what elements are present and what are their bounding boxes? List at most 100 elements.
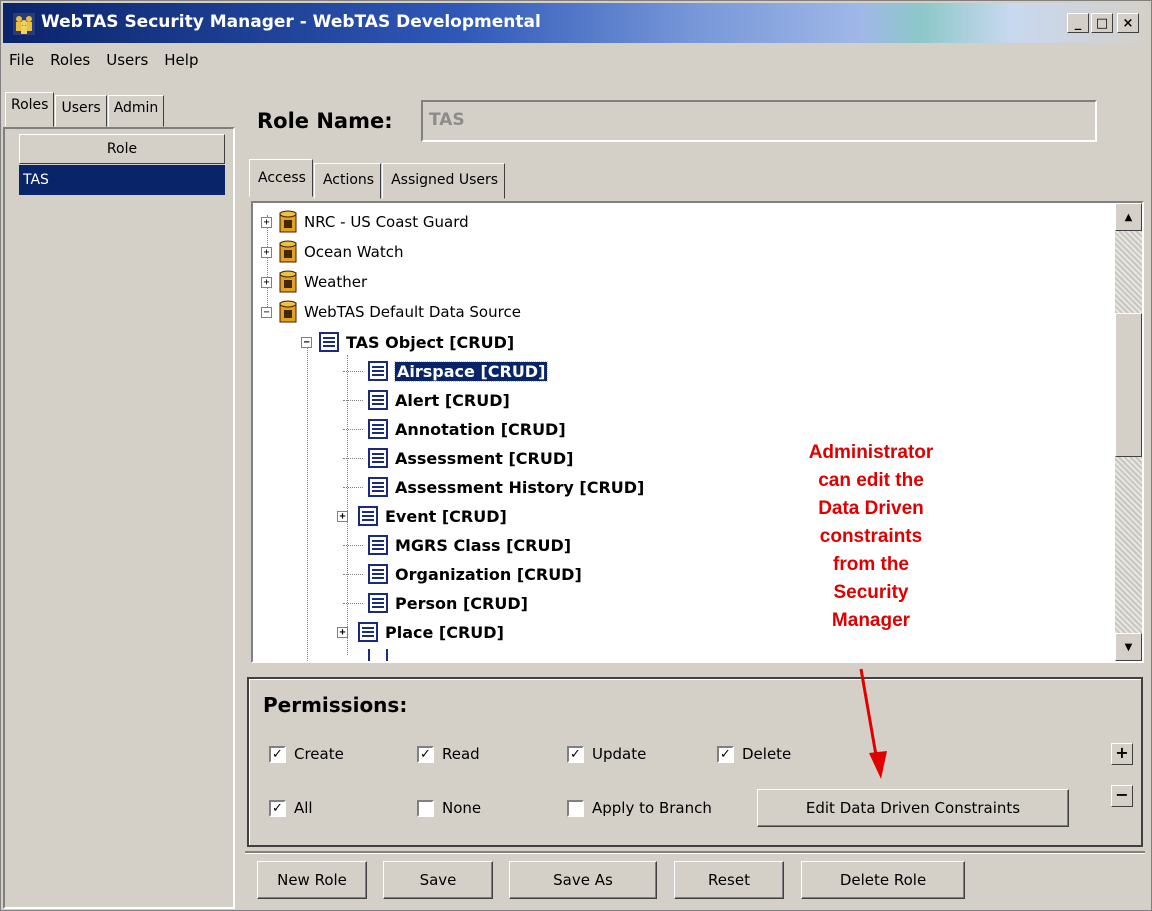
tree-node-ocean-watch[interactable]: + Ocean Watch [261, 239, 403, 265]
expand-icon[interactable]: + [337, 510, 348, 522]
collapse-icon[interactable]: − [261, 306, 272, 318]
arrow-up-icon: ▲ [1124, 211, 1133, 223]
expand-icon[interactable]: + [261, 276, 272, 288]
tab-admin[interactable]: Admin [107, 95, 165, 127]
object-icon [368, 564, 388, 584]
object-icon [368, 593, 388, 613]
object-icon [368, 448, 388, 468]
annotation-line: Data Driven [818, 498, 924, 519]
database-icon [279, 300, 297, 323]
tree-node-weather[interactable]: + Weather [261, 269, 367, 295]
menu-file[interactable]: File [9, 51, 34, 69]
tree-node-airspace[interactable]: Airspace [CRUD] [343, 358, 549, 384]
collapse-icon[interactable]: − [301, 336, 312, 348]
role-name-input[interactable]: TAS [421, 100, 1097, 142]
checkmark-icon: ✓ [269, 799, 286, 817]
empty-checkbox-icon [417, 799, 434, 817]
menu-roles[interactable]: Roles [50, 51, 90, 69]
menu-help[interactable]: Help [164, 51, 198, 69]
menu-users[interactable]: Users [106, 51, 148, 69]
role-column-header[interactable]: Role [19, 134, 225, 164]
window-title: WebTAS Security Manager - WebTAS Develop… [41, 12, 541, 32]
database-icon [279, 270, 297, 293]
save-as-button[interactable]: Save As [509, 861, 657, 899]
tab-roles[interactable]: Roles [5, 92, 55, 127]
tree-node-nrc[interactable]: + NRC - US Coast Guard [261, 209, 469, 235]
object-icon [358, 622, 378, 642]
tree-connector [343, 428, 363, 430]
role-row-tas[interactable]: TAS [19, 165, 225, 195]
tree-node-alert[interactable]: Alert [CRUD] [343, 387, 510, 413]
tree-scrollbar[interactable]: ▲ ▼ [1115, 203, 1142, 661]
tree-node-place[interactable]: + Place [CRUD] [337, 619, 504, 645]
tree-node-label: MGRS Class [CRUD] [395, 535, 572, 555]
checkmark-icon: ✓ [717, 745, 734, 763]
maximize-icon: □ [1095, 15, 1109, 31]
tree-node-organization[interactable]: Organization [CRUD] [343, 561, 582, 587]
reset-button[interactable]: Reset [674, 861, 784, 899]
access-tree: + NRC - US Coast Guard + Ocean Watch + W… [253, 203, 1115, 661]
database-icon [279, 240, 297, 263]
minus-button[interactable]: − [1111, 785, 1133, 807]
tab-users[interactable]: Users [55, 95, 107, 127]
scroll-thumb[interactable] [1115, 313, 1142, 457]
scroll-down-button[interactable]: ▼ [1115, 633, 1142, 661]
update-checkbox[interactable]: ✓ Update [567, 745, 646, 763]
tree-node-annotation[interactable]: Annotation [CRUD] [343, 416, 566, 442]
tree-connector [343, 486, 363, 488]
all-checkbox[interactable]: ✓ All [269, 799, 313, 817]
tree-connector [343, 544, 363, 546]
tree-node-label: Alert [CRUD] [395, 390, 510, 410]
title-bar: WebTAS Security Manager - WebTAS Develop… [3, 3, 1149, 43]
plus-button[interactable]: + [1111, 743, 1133, 765]
edit-data-driven-constraints-button[interactable]: Edit Data Driven Constraints [757, 789, 1069, 827]
tree-node-assessment-history[interactable]: Assessment History [CRUD] [343, 474, 644, 500]
expand-icon[interactable]: + [337, 626, 348, 638]
close-button[interactable]: × [1117, 13, 1139, 33]
tree-node-assessment[interactable]: Assessment [CRUD] [343, 445, 573, 471]
apply-to-branch-checkbox[interactable]: Apply to Branch [567, 799, 712, 817]
right-tabs: Access Actions Assigned Users [249, 159, 506, 199]
tree-connector [343, 602, 363, 604]
save-button[interactable]: Save [383, 861, 493, 899]
none-checkbox[interactable]: None [417, 799, 481, 817]
expand-icon[interactable]: + [261, 246, 272, 258]
tree-node-label: Assessment [CRUD] [395, 448, 574, 468]
checkbox-label: Read [442, 745, 480, 763]
annotation-line: Administrator [808, 442, 934, 463]
tab-actions[interactable]: Actions [313, 163, 382, 199]
tree-connector [343, 370, 363, 372]
annotation-line: constraints [819, 526, 923, 547]
maximize-button[interactable]: □ [1091, 13, 1113, 33]
annotation-line: Security [833, 582, 909, 603]
read-checkbox[interactable]: ✓ Read [417, 745, 480, 763]
object-icon [319, 332, 339, 352]
checkmark-icon: ✓ [269, 745, 286, 763]
tree-node-webtas-default[interactable]: − WebTAS Default Data Source [261, 299, 521, 325]
left-tabs: Roles Users Admin [5, 92, 165, 127]
delete-role-button[interactable]: Delete Role [801, 861, 965, 899]
tab-assigned-users[interactable]: Assigned Users [382, 163, 506, 199]
delete-checkbox[interactable]: ✓ Delete [717, 745, 791, 763]
tree-node-event[interactable]: + Event [CRUD] [337, 503, 507, 529]
minimize-button[interactable]: _ [1067, 13, 1089, 33]
tree-node-mgrs-class[interactable]: MGRS Class [CRUD] [343, 532, 571, 558]
create-checkbox[interactable]: ✓ Create [269, 745, 344, 763]
security-manager-window: WebTAS Security Manager - WebTAS Develop… [0, 0, 1152, 911]
checkbox-label: None [442, 799, 482, 817]
tab-access[interactable]: Access [249, 159, 313, 197]
new-role-button[interactable]: New Role [257, 861, 367, 899]
menu-bar: File Roles Users Help [3, 45, 1149, 75]
scroll-up-button[interactable]: ▲ [1115, 203, 1142, 231]
object-icon [368, 419, 388, 439]
expand-icon[interactable]: + [261, 216, 272, 228]
tree-node-tas-object[interactable]: − TAS Object [CRUD] [301, 329, 514, 355]
tree-connector [343, 573, 363, 575]
permissions-panel: Permissions: ✓ Create ✓ Read ✓ Update ✓ … [247, 677, 1143, 847]
annotation-line: from the [833, 554, 909, 575]
annotation-line: can edit the [818, 470, 924, 491]
tree-connector [343, 457, 363, 459]
object-icon [358, 506, 378, 526]
tree-node-person[interactable]: Person [CRUD] [343, 590, 528, 616]
tree-node-label: WebTAS Default Data Source [304, 303, 521, 321]
